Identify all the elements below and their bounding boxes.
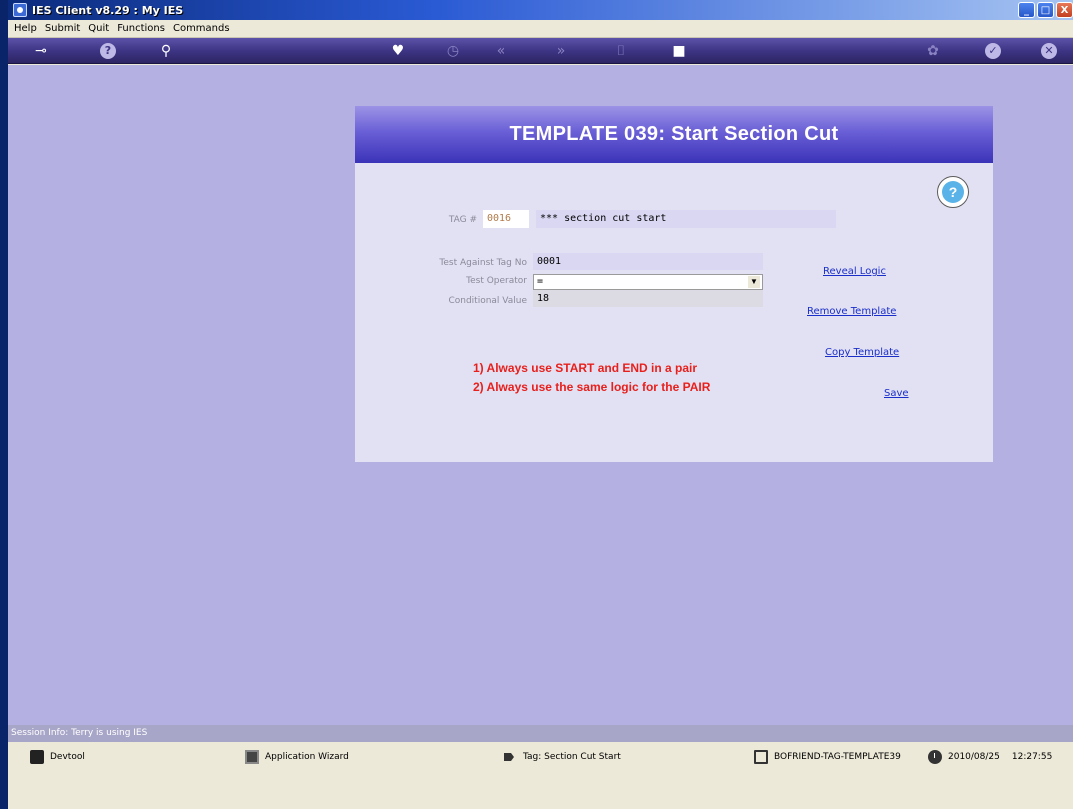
question-icon: ? bbox=[942, 181, 964, 203]
date-label: 2010/08/25 bbox=[948, 752, 1000, 762]
tag-icon bbox=[503, 750, 517, 764]
help-icon[interactable]: ? bbox=[100, 43, 116, 59]
menu-submit[interactable]: Submit bbox=[45, 23, 80, 34]
copy-template-link[interactable]: Copy Template bbox=[825, 347, 899, 358]
settings-icon[interactable]: ✿ bbox=[925, 43, 941, 59]
tag-label: TAG # bbox=[448, 215, 477, 225]
note-line-2: 2) Always use the same logic for the PAI… bbox=[473, 380, 711, 394]
client-area: Help Submit Quit Functions Commands ⊸ ? … bbox=[8, 20, 1073, 809]
test-operator-value: = bbox=[537, 276, 544, 287]
datetime-item: 2010/08/25 12:27:55 bbox=[928, 750, 1052, 764]
tag-status-label: Tag: Section Cut Start bbox=[523, 752, 621, 762]
test-operator-select[interactable]: = ▼ bbox=[533, 274, 763, 290]
session-info: Session Info: Terry is using IES bbox=[8, 725, 1073, 742]
test-against-label: Test Against Tag No bbox=[439, 258, 527, 268]
time-label: 12:27:55 bbox=[1011, 752, 1053, 762]
close-button[interactable]: X bbox=[1056, 2, 1073, 18]
help-glyph: ? bbox=[100, 43, 116, 59]
maximize-button[interactable]: □ bbox=[1037, 2, 1054, 18]
forward-icon[interactable]: » bbox=[553, 43, 569, 59]
toolbar: ⊸ ? ⚲ ♥ ◷ « » ⌷ ■ ✿ ✓ ✕ bbox=[8, 38, 1073, 64]
devtool-label: Devtool bbox=[50, 752, 85, 762]
clock-icon[interactable]: ◷ bbox=[445, 43, 461, 59]
reveal-logic-link[interactable]: Reveal Logic bbox=[823, 266, 886, 277]
status-bar: Devtool Application Wizard Tag: Section … bbox=[8, 742, 1073, 809]
conditional-value-label: Conditional Value bbox=[448, 296, 527, 306]
minimize-button[interactable]: _ bbox=[1018, 2, 1035, 18]
panel-title: TEMPLATE 039: Start Section Cut bbox=[509, 123, 839, 145]
window-controls: _ □ X bbox=[1018, 2, 1073, 18]
menu-commands[interactable]: Commands bbox=[173, 23, 230, 34]
test-operator-label: Test Operator bbox=[466, 276, 527, 286]
conditional-value-field[interactable]: 18 bbox=[533, 290, 763, 307]
help-button[interactable]: ? bbox=[937, 176, 969, 208]
wizard-icon bbox=[245, 750, 259, 764]
app-wizard-item[interactable]: Application Wizard bbox=[245, 750, 349, 764]
bookmark-icon[interactable]: ⌷ bbox=[613, 43, 629, 59]
tag-item[interactable]: Tag: Section Cut Start bbox=[503, 750, 621, 764]
app-wizard-label: Application Wizard bbox=[265, 752, 349, 762]
chevron-down-icon: ▼ bbox=[748, 276, 760, 288]
template-status-label: BOFRIEND-TAG-TEMPLATE39 bbox=[774, 752, 901, 762]
menu-bar: Help Submit Quit Functions Commands bbox=[8, 20, 1073, 38]
note-line-1: 1) Always use START and END in a pair bbox=[473, 361, 698, 375]
template-panel: TEMPLATE 039: Start Section Cut ? TAG # … bbox=[355, 106, 993, 462]
menu-functions[interactable]: Functions bbox=[117, 23, 165, 34]
title-bar: IES Client v8.29 : My IES _ □ X bbox=[8, 0, 1073, 20]
main-area: TEMPLATE 039: Start Section Cut ? TAG # … bbox=[8, 65, 1073, 725]
tag-number-field[interactable]: 0016 bbox=[483, 210, 529, 228]
menu-help[interactable]: Help bbox=[14, 23, 37, 34]
template-item[interactable]: BOFRIEND-TAG-TEMPLATE39 bbox=[754, 750, 901, 764]
template-icon bbox=[754, 750, 768, 764]
tag-description-field[interactable]: *** section cut start bbox=[536, 210, 836, 228]
remove-template-link[interactable]: Remove Template bbox=[807, 306, 896, 317]
search-icon[interactable]: ⚲ bbox=[158, 43, 174, 59]
close-glyph: ✕ bbox=[1041, 43, 1057, 59]
stop-icon[interactable]: ■ bbox=[671, 43, 687, 59]
check-glyph: ✓ bbox=[985, 43, 1001, 59]
test-against-tag-field[interactable]: 0001 bbox=[533, 253, 763, 270]
back-icon[interactable]: « bbox=[493, 43, 509, 59]
check-icon[interactable]: ✓ bbox=[985, 43, 1001, 59]
heart-icon[interactable]: ♥ bbox=[390, 43, 406, 59]
key-icon[interactable]: ⊸ bbox=[28, 43, 54, 59]
app-logo-icon bbox=[13, 3, 27, 17]
clock-status-icon bbox=[928, 750, 942, 764]
save-link[interactable]: Save bbox=[884, 388, 909, 399]
devtool-icon bbox=[30, 750, 44, 764]
panel-header: TEMPLATE 039: Start Section Cut bbox=[355, 106, 993, 163]
app-window: IES Client v8.29 : My IES _ □ X Help Sub… bbox=[0, 0, 1073, 809]
menu-quit[interactable]: Quit bbox=[88, 23, 109, 34]
devtool-item[interactable]: Devtool bbox=[30, 750, 85, 764]
window-title: IES Client v8.29 : My IES bbox=[32, 3, 184, 17]
close-icon[interactable]: ✕ bbox=[1041, 43, 1057, 59]
